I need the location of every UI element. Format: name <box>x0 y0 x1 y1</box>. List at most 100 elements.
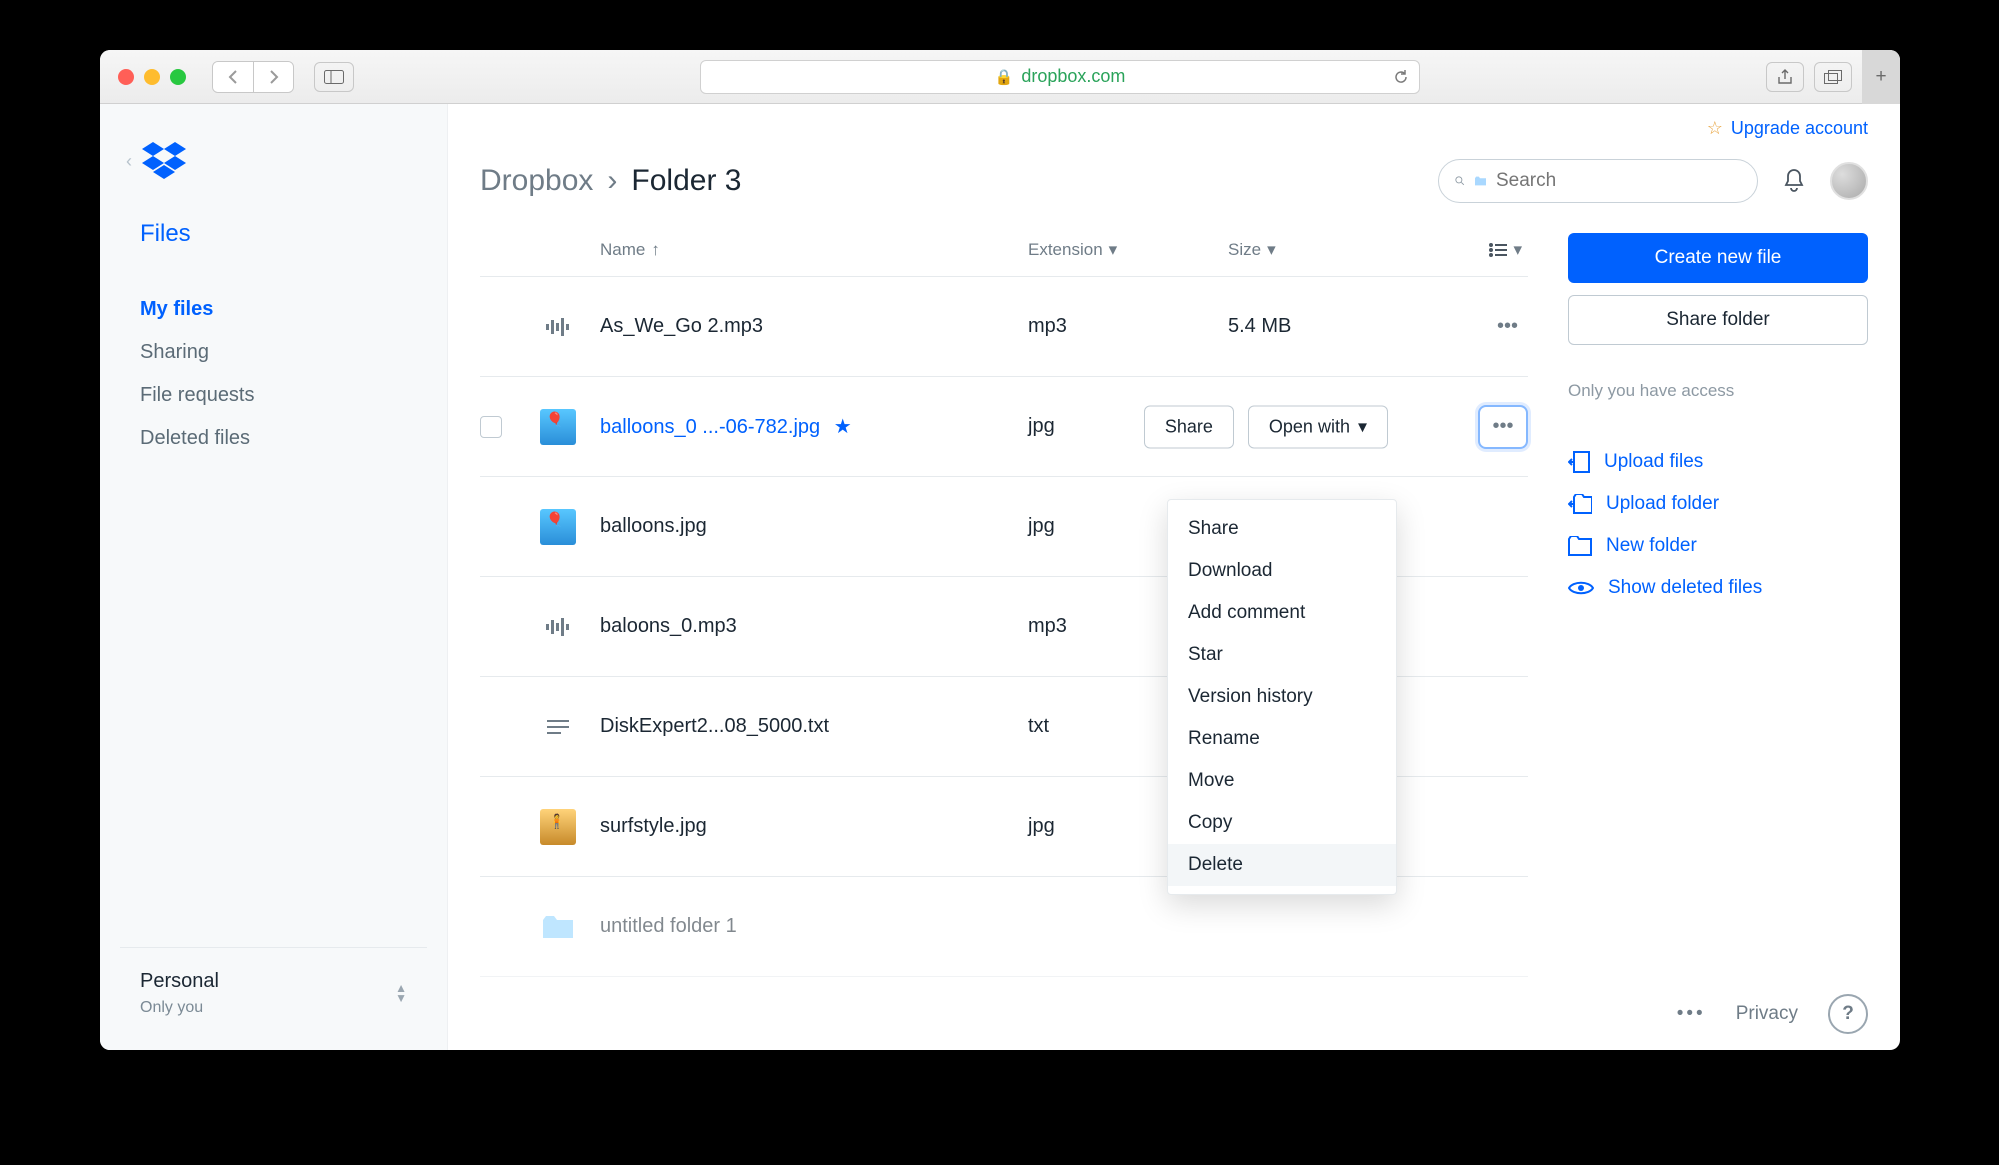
star-icon: ☆ <box>1707 118 1723 139</box>
upgrade-account-link[interactable]: ☆ Upgrade account <box>1707 118 1868 139</box>
menu-item-star[interactable]: Star <box>1168 634 1396 676</box>
file-name: balloons_0 ...-06-782.jpg ★ <box>600 414 1028 439</box>
notifications-icon[interactable] <box>1782 168 1806 194</box>
menu-item-add-comment[interactable]: Add comment <box>1168 592 1396 634</box>
menu-item-share[interactable]: Share <box>1168 508 1396 550</box>
eye-icon <box>1568 580 1594 596</box>
file-name: DiskExpert2...08_5000.txt <box>600 715 1028 738</box>
dropbox-logo-icon[interactable] <box>142 142 186 180</box>
close-window-button[interactable] <box>118 69 134 85</box>
sidebar-toggle-button[interactable] <box>314 62 354 92</box>
breadcrumb: Dropbox › Folder 3 <box>480 164 741 198</box>
col-extension[interactable]: Extension ▾ <box>1028 240 1228 260</box>
caret-down-icon: ▾ <box>1513 240 1522 260</box>
sidebar-item-my-files[interactable]: My files <box>100 288 447 331</box>
maximize-window-button[interactable] <box>170 69 186 85</box>
menu-item-delete[interactable]: Delete <box>1168 844 1396 886</box>
browser-window: 🔒 dropbox.com + ‹ Files M <box>100 50 1900 1050</box>
share-folder-button[interactable]: Share folder <box>1568 295 1868 345</box>
view-options[interactable]: ▾ <box>1489 240 1528 260</box>
upload-folder-link[interactable]: Upload folder <box>1568 483 1868 525</box>
sidebar-item-deleted-files[interactable]: Deleted files <box>100 417 447 460</box>
share-icon[interactable] <box>1766 62 1804 92</box>
row-checkbox[interactable] <box>480 416 502 438</box>
help-button[interactable]: ? <box>1828 994 1868 1034</box>
window-controls <box>118 69 186 85</box>
privacy-link[interactable]: Privacy <box>1736 1003 1798 1025</box>
breadcrumb-current: Folder 3 <box>631 164 741 198</box>
address-bar[interactable]: 🔒 dropbox.com <box>700 60 1420 94</box>
open-with-button[interactable]: Open with ▾ <box>1248 405 1388 448</box>
table-row[interactable]: As_We_Go 2.mp3 mp3 5.4 MB ••• <box>480 277 1528 377</box>
app-body: ‹ Files My files Sharing File requests D… <box>100 104 1900 1050</box>
topbar: ☆ Upgrade account <box>448 104 1900 139</box>
sidebar-item-sharing[interactable]: Sharing <box>100 331 447 374</box>
menu-item-rename[interactable]: Rename <box>1168 718 1396 760</box>
minimize-window-button[interactable] <box>144 69 160 85</box>
sidebar-item-file-requests[interactable]: File requests <box>100 374 447 417</box>
chevron-right-icon: › <box>607 164 617 198</box>
tabs-icon[interactable] <box>1814 62 1852 92</box>
left-sidebar: ‹ Files My files Sharing File requests D… <box>100 104 448 1050</box>
image-thumb-icon <box>540 809 576 845</box>
menu-item-copy[interactable]: Copy <box>1168 802 1396 844</box>
search-box[interactable] <box>1438 159 1758 203</box>
browser-chrome: 🔒 dropbox.com + <box>100 50 1900 104</box>
forward-button[interactable] <box>253 62 293 92</box>
upload-files-link[interactable]: Upload files <box>1568 441 1868 483</box>
table-row[interactable]: balloons_0 ...-06-782.jpg ★ jpg ••• Shar… <box>480 377 1528 477</box>
file-name: baloons_0.mp3 <box>600 615 1028 638</box>
sidebar-heading[interactable]: Files <box>100 220 447 248</box>
sidebar-account-switcher[interactable]: Personal Only you ▲▼ <box>120 947 427 1020</box>
file-name: untitled folder 1 <box>600 915 1028 938</box>
col-size[interactable]: Size ▾ <box>1228 240 1408 260</box>
col-name[interactable]: Name ↑ <box>600 240 1028 260</box>
upload-folder-icon <box>1568 494 1592 514</box>
search-icon <box>1455 172 1465 190</box>
access-note: Only you have access <box>1568 381 1868 401</box>
image-thumb-icon <box>540 509 576 545</box>
file-name: surfstyle.jpg <box>600 815 1028 838</box>
caret-down-icon: ▾ <box>1267 240 1276 260</box>
reload-icon[interactable] <box>1393 69 1409 85</box>
row-more-button[interactable]: ••• <box>1478 405 1528 449</box>
show-deleted-link[interactable]: Show deleted files <box>1568 567 1868 609</box>
search-input[interactable] <box>1496 170 1741 192</box>
footer-more-icon[interactable]: ••• <box>1677 1003 1706 1025</box>
main-panel: ☆ Upgrade account Dropbox › Folder 3 <box>448 104 1900 1050</box>
create-new-file-button[interactable]: Create new file <box>1568 233 1868 283</box>
file-name: As_We_Go 2.mp3 <box>600 315 1028 338</box>
folder-filter-icon <box>1475 173 1486 189</box>
new-folder-icon <box>1568 536 1592 556</box>
account-type-label: Personal <box>140 966 219 996</box>
header-row: Dropbox › Folder 3 <box>448 139 1900 213</box>
share-button[interactable]: Share <box>1144 405 1234 448</box>
menu-item-move[interactable]: Move <box>1168 760 1396 802</box>
star-filled-icon[interactable]: ★ <box>834 416 852 438</box>
file-ext: mp3 <box>1028 315 1228 338</box>
account-sub-label: Only you <box>140 996 219 1020</box>
menu-item-version-history[interactable]: Version history <box>1168 676 1396 718</box>
back-button[interactable] <box>213 62 253 92</box>
content-row: Name ↑ Extension ▾ Size ▾ ▾ As_We_Go 2.m… <box>448 213 1900 1050</box>
menu-item-download[interactable]: Download <box>1168 550 1396 592</box>
audio-icon <box>540 609 576 645</box>
right-sidebar: Create new file Share folder Only you ha… <box>1568 223 1868 1050</box>
new-tab-button[interactable]: + <box>1862 50 1900 104</box>
avatar[interactable] <box>1830 162 1868 200</box>
file-table: Name ↑ Extension ▾ Size ▾ ▾ As_We_Go 2.m… <box>480 223 1528 1050</box>
table-header: Name ↑ Extension ▾ Size ▾ ▾ <box>480 223 1528 277</box>
breadcrumb-root[interactable]: Dropbox <box>480 164 593 198</box>
nav-buttons <box>212 61 294 93</box>
footer: ••• Privacy ? <box>1677 994 1868 1034</box>
text-icon <box>540 709 576 745</box>
sidebar-back-chevron-icon[interactable]: ‹ <box>126 151 132 172</box>
caret-down-icon: ▾ <box>1109 240 1118 260</box>
row-more-button[interactable]: ••• <box>1497 315 1528 338</box>
file-name: balloons.jpg <box>600 515 1028 538</box>
new-folder-link[interactable]: New folder <box>1568 525 1868 567</box>
sort-up-icon: ↑ <box>651 240 660 260</box>
context-menu: Share Download Add comment Star Version … <box>1167 499 1397 895</box>
row-inline-actions: Share Open with ▾ <box>1144 405 1388 448</box>
file-size: 5.4 MB <box>1228 315 1408 338</box>
